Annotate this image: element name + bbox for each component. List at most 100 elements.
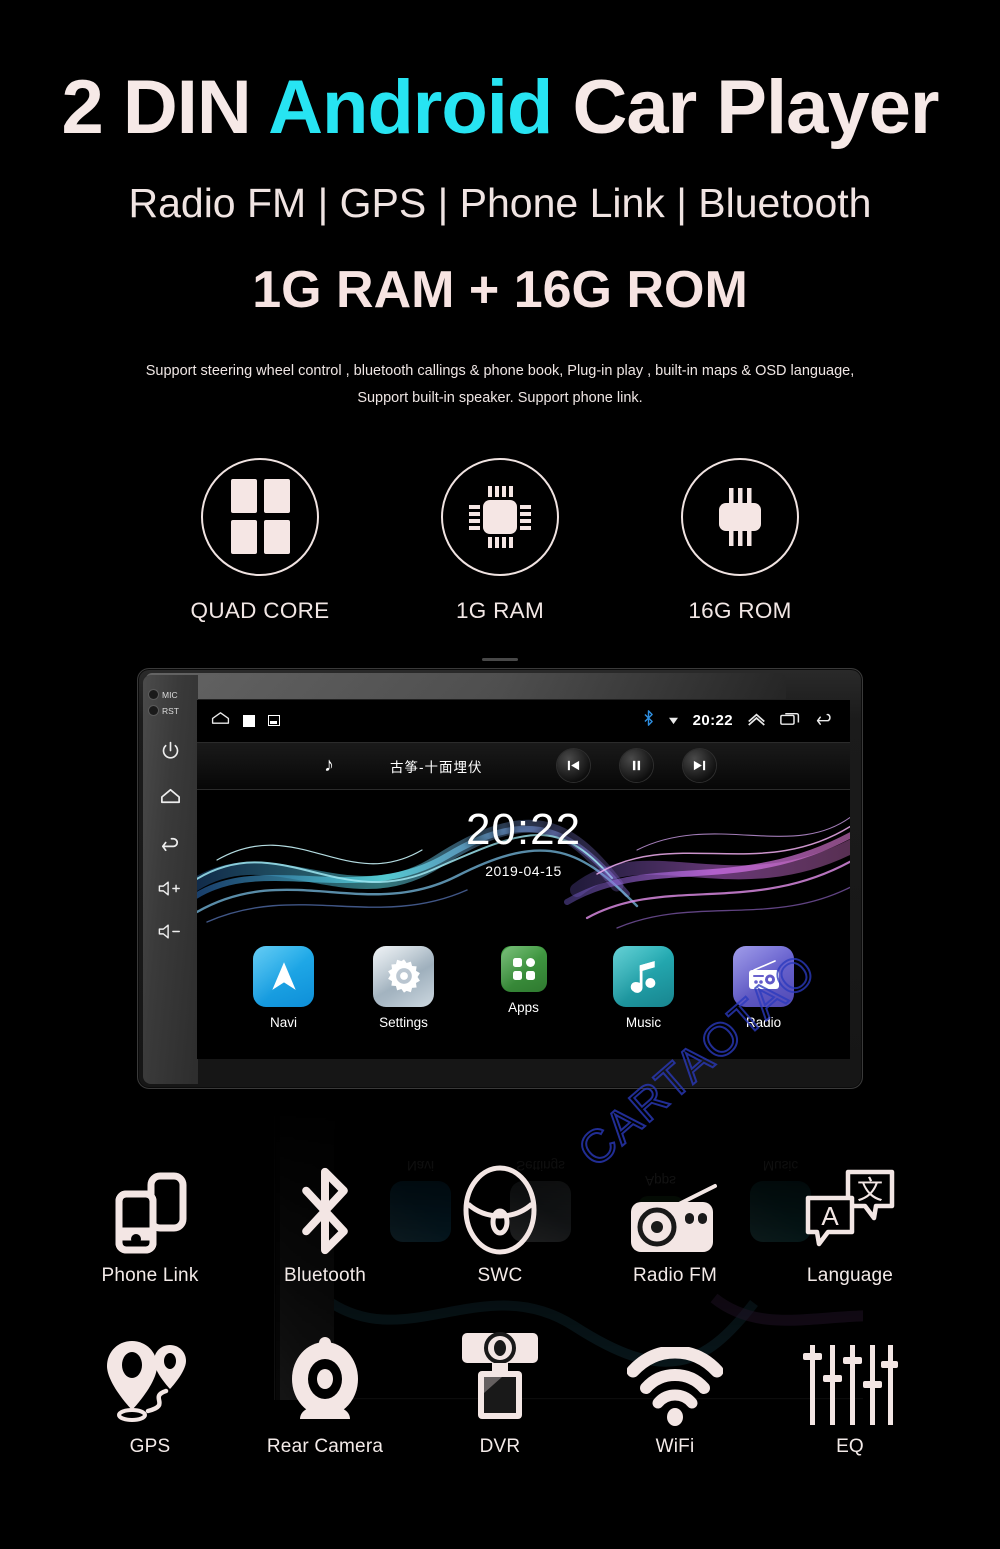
feature-phone-link: Phone Link xyxy=(70,1160,230,1287)
wifi-icon xyxy=(595,1331,755,1427)
navigation-arrow-icon xyxy=(253,945,314,1007)
memory-chip-icon xyxy=(719,487,761,546)
steering-wheel-icon xyxy=(420,1160,580,1256)
home-icon[interactable] xyxy=(211,711,230,730)
title-prefix: 2 DIN xyxy=(61,65,269,150)
app-label: Radio xyxy=(745,1014,782,1030)
feature-eq: EQ xyxy=(770,1331,930,1458)
home-wallpaper: 20:22 2019-04-15 xyxy=(197,789,850,936)
app-radio[interactable]: Radio xyxy=(726,945,802,1030)
app-launcher-row: Navi Settings Apps Music Radio xyxy=(197,935,850,1059)
feature-label: WiFi xyxy=(655,1435,695,1457)
media-player-bar: ♪ 古筝-十面埋伏 xyxy=(197,741,850,790)
device-showcase: MIC RST 20:22 ♪ 古筝-十面埋伏 20:22 2019-04-15… xyxy=(0,657,1000,1400)
device-notch xyxy=(482,657,518,661)
next-track-icon[interactable] xyxy=(683,749,716,783)
feature-label: Rear Camera xyxy=(266,1435,384,1457)
bluetooth-icon xyxy=(643,710,654,731)
car-stereo-device: MIC RST 20:22 ♪ 古筝-十面埋伏 20:22 2019-04-15… xyxy=(137,657,863,1089)
quad-core-icon xyxy=(230,479,290,555)
side-label-rst: RST xyxy=(162,705,179,716)
spec-label: 16G ROM xyxy=(688,597,792,623)
app-grid-icon xyxy=(500,945,547,992)
spec-circle xyxy=(681,457,799,576)
feature-label: GPS xyxy=(129,1435,171,1457)
app-label: Settings xyxy=(379,1014,428,1030)
mic-dot-icon: MIC xyxy=(143,690,198,700)
device-screen: 20:22 ♪ 古筝-十面埋伏 20:22 2019-04-15 Navi Se… xyxy=(197,699,850,1059)
translate-icon: 文 A xyxy=(770,1160,930,1256)
chip-icon xyxy=(469,485,531,548)
svg-text:文: 文 xyxy=(857,1175,883,1205)
page-title: 2 DIN Android Car Player xyxy=(0,70,1000,146)
spec-label: 1G RAM xyxy=(455,597,545,623)
feature-label: Phone Link xyxy=(101,1264,199,1286)
feature-radio-fm: Radio FM xyxy=(595,1160,755,1287)
status-time: 20:22 xyxy=(692,712,733,730)
hero-section: 2 DIN Android Car Player Radio FM | GPS … xyxy=(0,0,1000,412)
music-note-icon xyxy=(613,945,674,1007)
bluetooth-icon xyxy=(245,1160,405,1256)
app-apps[interactable]: Apps xyxy=(486,945,562,1015)
feature-rear-camera: Rear Camera xyxy=(245,1331,405,1458)
side-label-mic: MIC xyxy=(162,689,178,700)
map-pin-icon xyxy=(70,1331,230,1427)
music-note-icon: ♪ xyxy=(324,754,334,777)
svg-text:A: A xyxy=(821,1201,839,1231)
power-icon[interactable] xyxy=(160,740,181,761)
camera-icon xyxy=(245,1331,405,1427)
app-music[interactable]: Music xyxy=(606,945,682,1030)
memory-headline: 1G RAM + 16G ROM xyxy=(252,261,748,319)
spec-circle xyxy=(441,457,559,576)
radio-icon xyxy=(733,945,794,1007)
recents-icon[interactable] xyxy=(780,711,801,731)
app-label: Navi xyxy=(269,1014,297,1030)
phone-link-icon xyxy=(70,1160,230,1256)
gear-icon xyxy=(373,945,434,1007)
app-label: Apps xyxy=(508,999,539,1015)
previous-track-icon[interactable] xyxy=(557,749,590,783)
back-arrow-icon[interactable] xyxy=(815,711,836,731)
reset-dot-icon[interactable]: RST xyxy=(143,706,198,716)
spec-label: QUAD CORE xyxy=(190,597,330,623)
clock-time: 20:22 xyxy=(465,804,582,854)
support-line-2: Support built-in speaker. Support phone … xyxy=(357,389,643,406)
clock-widget: 20:22 2019-04-15 xyxy=(197,804,850,879)
back-icon[interactable] xyxy=(159,832,182,855)
volume-down-icon[interactable] xyxy=(157,922,184,941)
track-title: 古筝-十面埋伏 xyxy=(390,759,483,775)
equalizer-icon xyxy=(770,1331,930,1427)
feature-label: Bluetooth xyxy=(283,1264,367,1286)
screenshot-icon[interactable] xyxy=(268,715,280,727)
feature-label: DVR xyxy=(479,1435,521,1457)
title-accent: Android xyxy=(268,65,553,150)
dvr-camera-icon xyxy=(420,1331,580,1427)
feature-label: Radio FM xyxy=(633,1264,717,1286)
app-label: Music xyxy=(625,1014,662,1030)
radio-icon xyxy=(595,1160,755,1256)
spec-badges: QUAD CORE 1G RAM 16G ROM xyxy=(0,457,1000,624)
stop-square-icon[interactable] xyxy=(243,714,255,727)
home-icon[interactable] xyxy=(159,785,182,808)
feature-bluetooth: Bluetooth xyxy=(245,1160,405,1287)
spec-quad-core: QUAD CORE xyxy=(180,457,340,624)
pause-icon[interactable] xyxy=(620,749,653,783)
app-navi[interactable]: Navi xyxy=(246,945,322,1030)
chevron-up-icon[interactable] xyxy=(747,711,766,731)
feature-language: 文 A Language xyxy=(770,1160,930,1287)
feature-row-1: Phone Link Bluetooth SWC Radio FM 文 A La… xyxy=(70,1160,930,1287)
feature-swc: SWC xyxy=(420,1160,580,1287)
feature-gps: GPS xyxy=(70,1331,230,1458)
device-side-panel: MIC RST xyxy=(143,674,198,1084)
spec-ram: 1G RAM xyxy=(420,457,580,624)
title-suffix: Car Player xyxy=(552,65,939,150)
support-line-1: Support steering wheel control , bluetoo… xyxy=(145,363,855,379)
feature-grid: Phone Link Bluetooth SWC Radio FM 文 A La… xyxy=(0,1160,1000,1458)
feature-label: Language xyxy=(806,1264,894,1286)
volume-up-icon[interactable] xyxy=(157,879,184,898)
android-status-bar: 20:22 xyxy=(197,699,850,742)
app-settings[interactable]: Settings xyxy=(366,945,442,1030)
support-description: Support steering wheel control , bluetoo… xyxy=(0,358,1000,412)
spec-rom: 16G ROM xyxy=(660,457,820,624)
feature-wifi: WiFi xyxy=(595,1331,755,1458)
